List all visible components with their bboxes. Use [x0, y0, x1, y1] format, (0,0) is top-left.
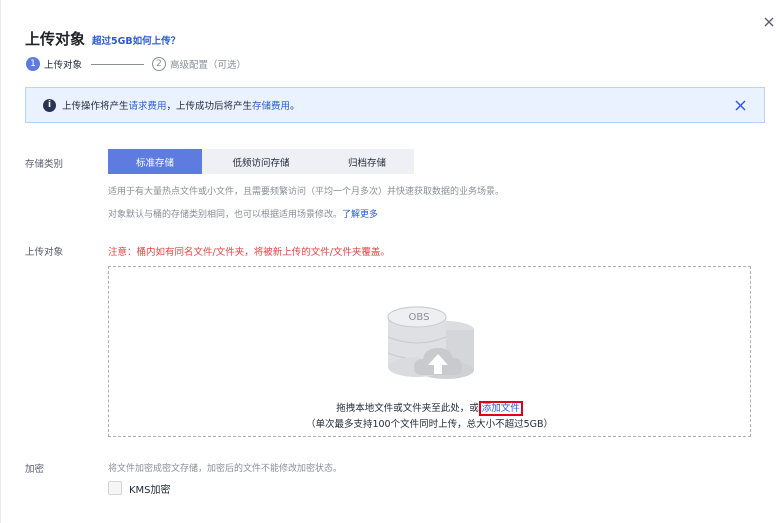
- option-infrequent-access-storage[interactable]: 低频访问存储: [202, 149, 320, 174]
- alert-text: 上传操作将产生请求费用，上传成功后将产生存储费用。: [62, 98, 300, 112]
- encryption-label: 加密: [25, 464, 45, 475]
- alert-text-before: 上传操作将产生: [62, 101, 129, 112]
- encryption-hint: 将文件加密成密文存储，加密后的文件不能修改加密状态。: [108, 464, 343, 474]
- drop-instructions-text: 拖拽本地文件或文件夹至此处，或: [336, 403, 479, 414]
- step-2-number: 2: [152, 57, 167, 71]
- storage-class-selector: 标准存储 低频访问存储 归档存储: [108, 149, 414, 174]
- dialog-title: 上传对象: [25, 30, 86, 48]
- drop-instructions: 拖拽本地文件或文件夹至此处，或 添加文件: [109, 400, 750, 416]
- svg-text:OBS: OBS: [409, 312, 430, 323]
- option-standard-storage[interactable]: 标准存储: [108, 149, 202, 174]
- large-upload-help-link[interactable]: 超过5GB如何上传？: [92, 33, 180, 47]
- step-2-label: 高级配置（可选）: [170, 60, 247, 71]
- add-file-link[interactable]: 添加文件: [478, 401, 523, 416]
- alert-close-icon[interactable]: [735, 100, 746, 111]
- storage-fee-link[interactable]: 存储费用: [252, 101, 290, 112]
- close-icon[interactable]: [761, 14, 777, 30]
- step-1-label: 上传对象: [44, 60, 83, 71]
- storage-class-hint: 适用于有大量热点文件或小文件，且需要频繁访问（平均一个月多次）并快速获取数据的业…: [108, 187, 505, 197]
- request-fee-link[interactable]: 请求费用: [129, 101, 167, 112]
- upload-limit-note: （单次最多支持100个文件同时上传，总大小不超过5GB）: [305, 419, 554, 430]
- learn-more-link[interactable]: 了解更多: [342, 210, 378, 220]
- kms-encryption-checkbox[interactable]: [108, 481, 122, 495]
- file-drop-zone[interactable]: OBS 拖拽本地文件或文件夹至此处，或 添加文件 （单次最多支持100个文件同时上…: [108, 266, 751, 437]
- alert-text-after: 。: [290, 101, 300, 112]
- alert-text-middle: ，上传成功后将产生: [166, 101, 253, 112]
- obs-label: OBS: [409, 312, 430, 323]
- dialog-header: 上传对象 超过5GB如何上传？: [25, 28, 180, 49]
- storage-class-note: 对象默认与桶的存储类别相同，也可以根据适用场景修改。了解更多: [108, 207, 378, 220]
- upload-object-label: 上传对象: [25, 247, 64, 258]
- storage-class-label: 存储类别: [25, 159, 64, 170]
- overwrite-warning: 注意：桶内如有同名文件/文件夹，将被新上传的文件/文件夹覆盖。: [108, 247, 390, 258]
- storage-class-note-text: 对象默认与桶的存储类别相同，也可以根据适用场景修改。: [108, 210, 343, 220]
- billing-alert: i 上传操作将产生请求费用，上传成功后将产生存储费用。: [25, 87, 765, 123]
- upload-dialog: 上传对象 超过5GB如何上传？ 1 上传对象 2 高级配置（可选） i 上传操作…: [0, 0, 781, 523]
- step-indicator: 1 上传对象 2 高级配置（可选）: [26, 56, 246, 72]
- info-icon: i: [43, 98, 56, 112]
- step-1-number: 1: [26, 57, 40, 71]
- option-archive-storage[interactable]: 归档存储: [320, 149, 414, 174]
- step-connector: [91, 63, 145, 65]
- kms-encryption-label[interactable]: KMS加密: [129, 481, 171, 496]
- obs-upload-icon: [387, 306, 474, 379]
